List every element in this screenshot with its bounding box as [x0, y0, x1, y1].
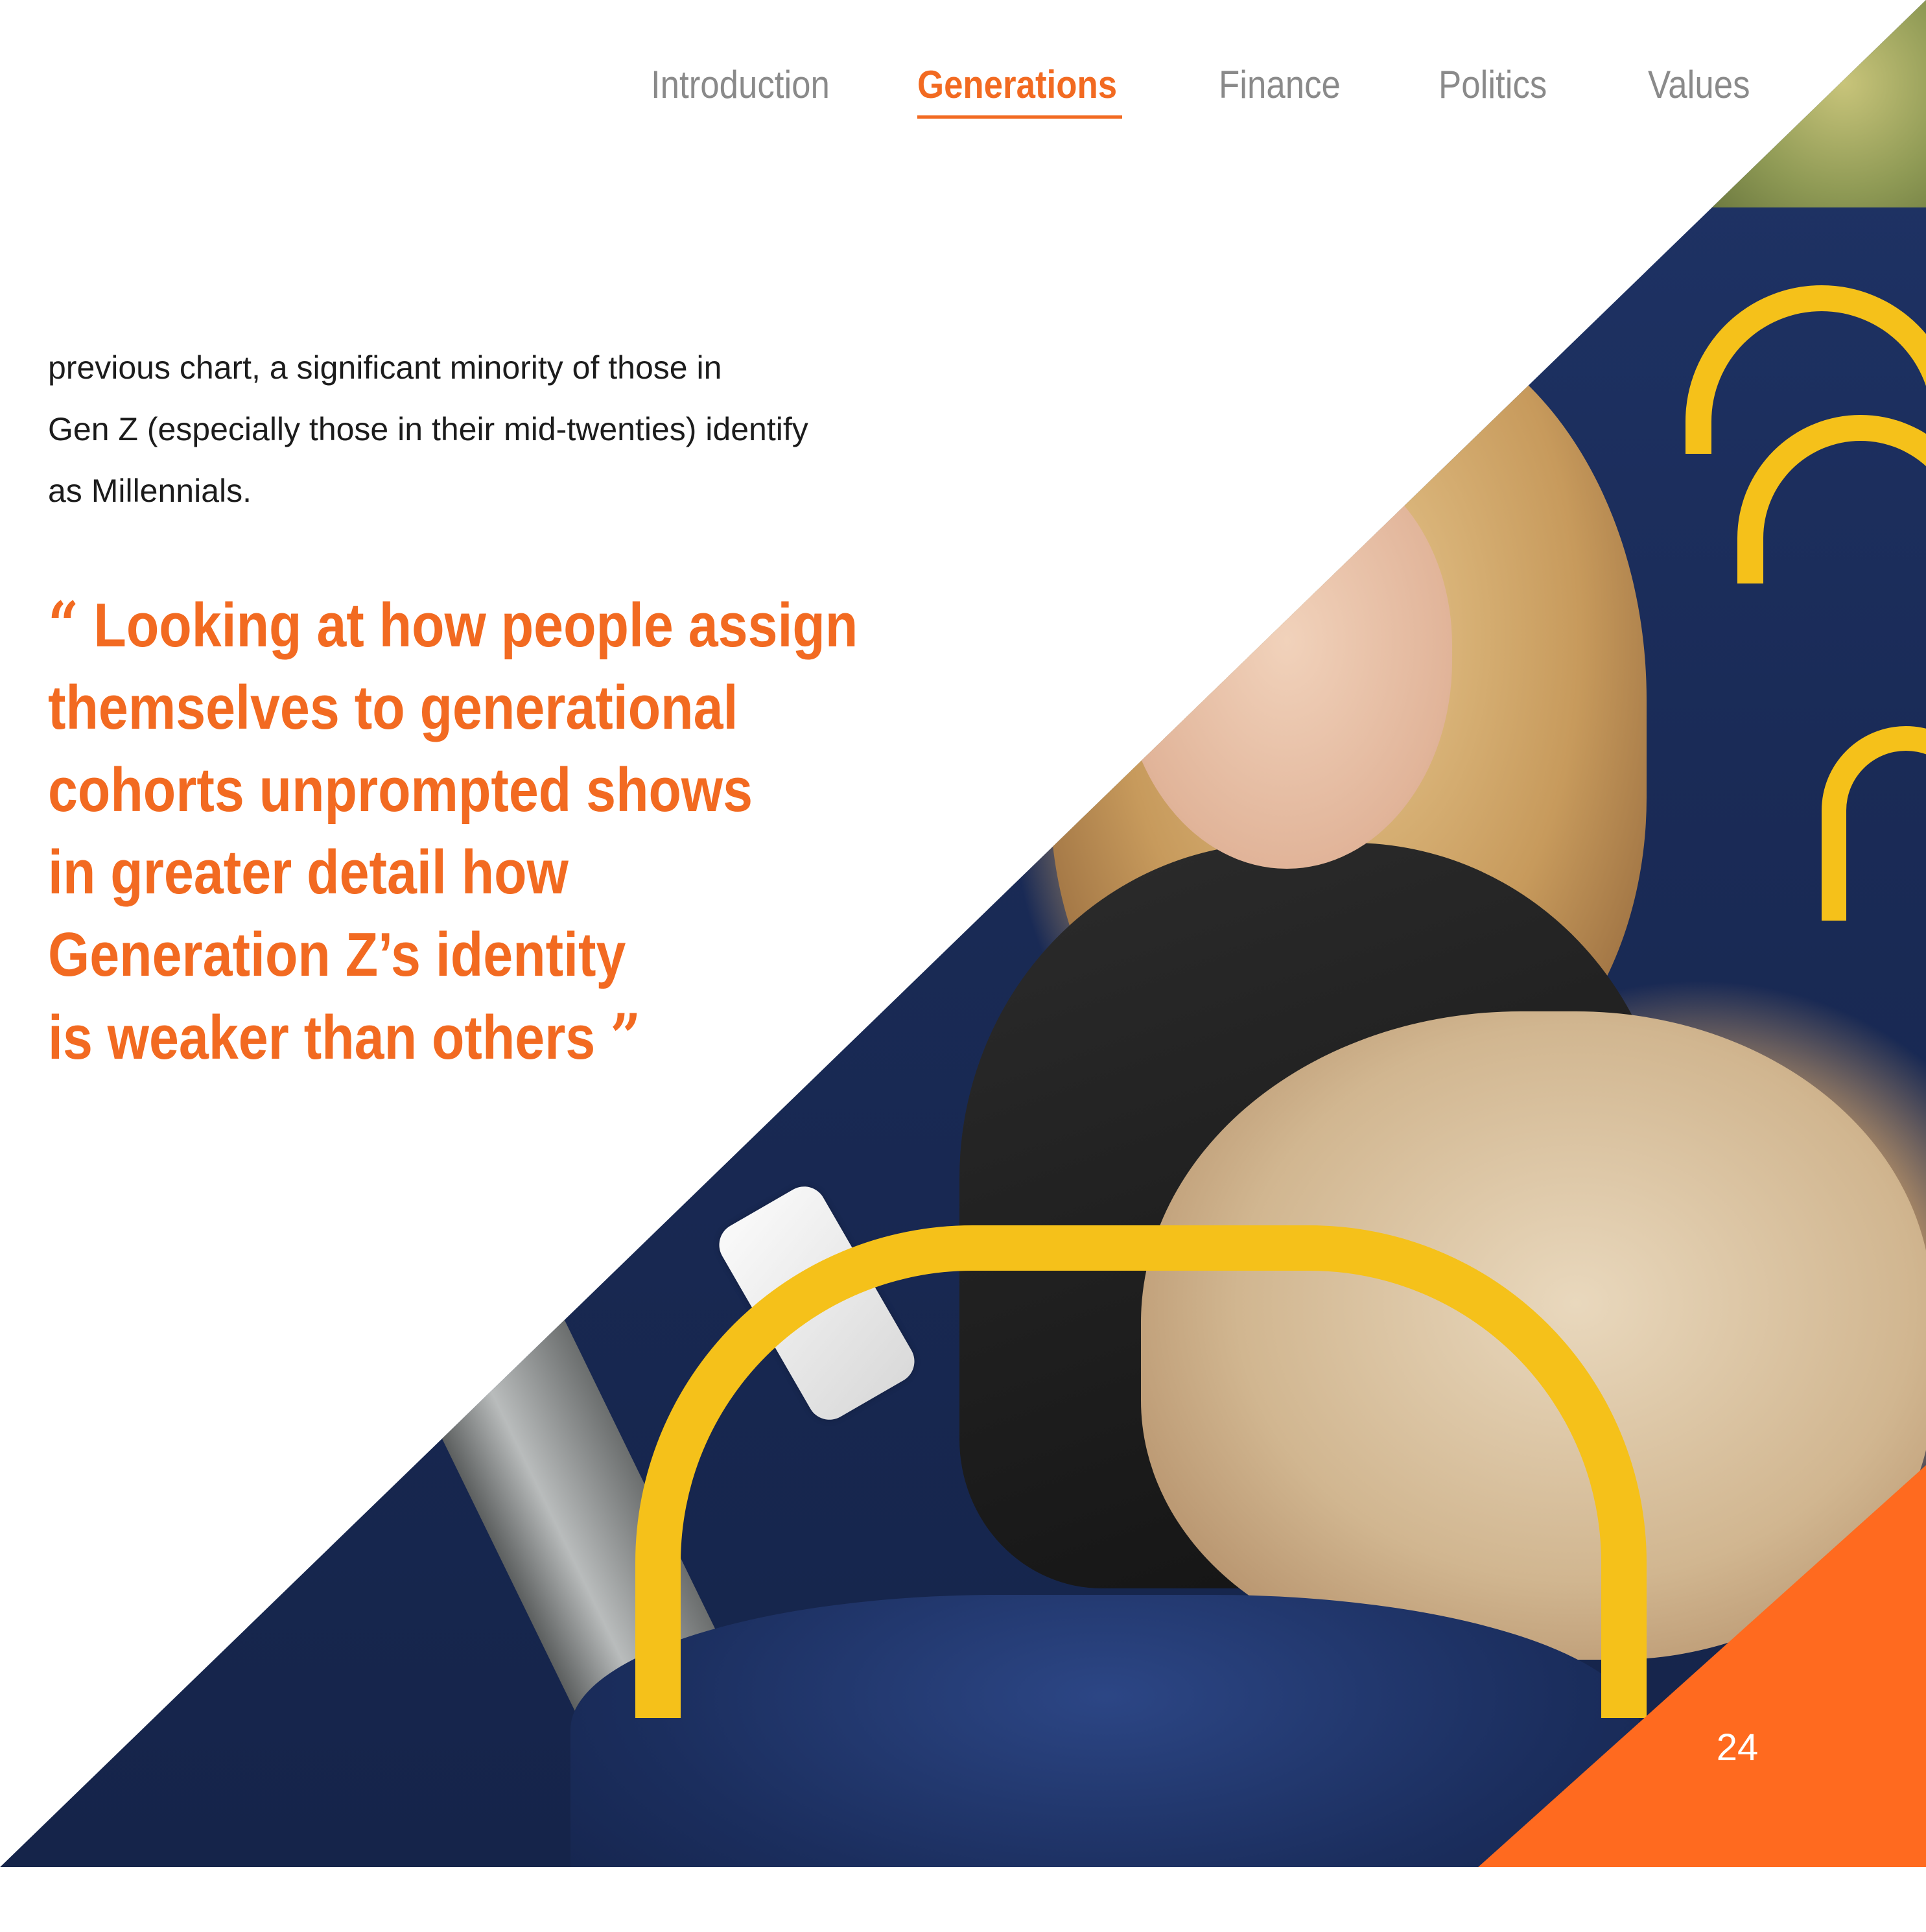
pull-quote: “ Looking at how people assign themselve… [48, 583, 956, 1079]
top-navigation: Introduction Generations Finance Politic… [0, 62, 1926, 134]
nav-item-generations[interactable]: Generations [917, 62, 1117, 107]
body-line: Gen Z (especially those in their mid-twe… [48, 411, 808, 447]
nav-item-finance[interactable]: Finance [1219, 62, 1341, 107]
quote-line: “ Looking at how people assign [48, 583, 858, 666]
quote-line: is weaker than others ” [48, 996, 828, 1079]
body-paragraph: previous chart, a significant minority o… [48, 337, 969, 522]
open-quote-mark: “ [48, 588, 79, 661]
nav-item-values[interactable]: Values [1648, 62, 1750, 107]
quote-line: cohorts unprompted shows [48, 755, 753, 825]
photo-seat-handle-front [635, 1225, 1647, 1718]
quote-line: Generation Z’s identity [48, 920, 626, 989]
nav-active-underline [917, 115, 1122, 119]
body-line: previous chart, a significant minority o… [48, 349, 722, 386]
quote-text: Looking at how people assign [93, 591, 858, 660]
close-quote-mark: ” [610, 1000, 641, 1074]
body-line: as Millennials. [48, 473, 252, 509]
nav-item-politics[interactable]: Politics [1439, 62, 1547, 107]
quote-line: themselves to generational [48, 673, 738, 742]
nav-item-introduction[interactable]: Introduction [651, 62, 830, 107]
quote-line: in greater detail how [48, 838, 569, 907]
photo-person-face [1122, 454, 1452, 869]
photo-seat-handle-back [1822, 726, 1926, 921]
page-number: 24 [1716, 1726, 1759, 1769]
quote-text: is weaker than others [48, 1003, 596, 1072]
